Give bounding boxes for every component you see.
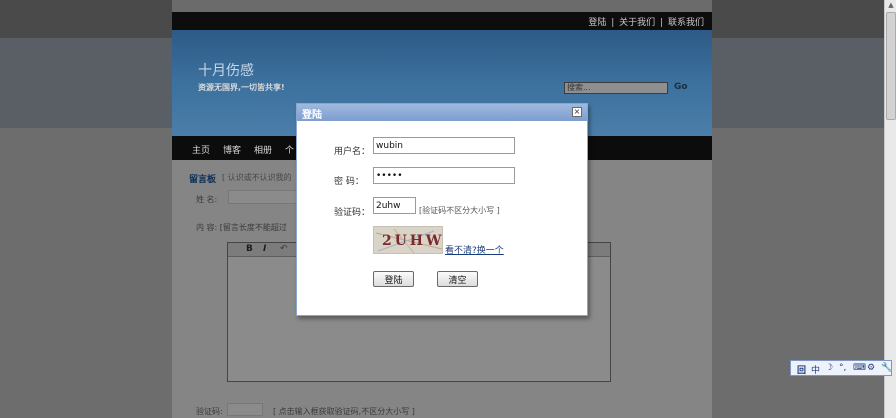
wrench-icon[interactable]: 🔧 [881, 363, 892, 373]
vcode-label: 验证码: [196, 407, 223, 416]
refresh-captcha-link[interactable]: 看不清?换一个 [445, 243, 504, 256]
password-input[interactable] [373, 167, 515, 184]
captcha-label: 验证码： [334, 208, 371, 218]
ime-toolbar: 回 中 ☽ °, ⌨ ⚙ 🔧 [790, 360, 892, 376]
top-link-separator: | [611, 18, 615, 28]
close-icon[interactable]: × [572, 107, 582, 117]
top-link-login[interactable]: 登陆 [588, 18, 606, 28]
username-label: 用户名： [334, 147, 371, 157]
nav-item-album[interactable]: 相册 [254, 143, 272, 156]
backdrop-left [0, 0, 172, 38]
scroll-thumb[interactable] [886, 12, 896, 120]
dialog-titlebar[interactable]: 登陆 × [297, 104, 587, 121]
username-input[interactable] [373, 137, 515, 154]
vcode-input[interactable] [227, 403, 263, 416]
clear-button[interactable]: 清空 [437, 271, 478, 287]
name-input[interactable] [228, 190, 298, 204]
search-go-button[interactable]: Go [674, 82, 688, 92]
search-input[interactable]: 搜索... [564, 82, 668, 94]
backdrop-right [712, 0, 884, 38]
top-links: 登陆 | 关于我们 | 联系我们 [586, 15, 704, 28]
undo-icon[interactable]: ↶ [280, 244, 288, 254]
top-link-contact[interactable]: 联系我们 [668, 18, 704, 28]
content-label: 内 容: [留言长度不能超过 [196, 223, 287, 232]
top-link-about[interactable]: 关于我们 [619, 18, 655, 28]
keyboard-icon[interactable]: ⌨ [853, 363, 866, 373]
banner-band-right [712, 38, 884, 128]
settings-icon[interactable]: ⚙ [867, 363, 875, 373]
top-bar: 登陆 | 关于我们 | 联系我们 [172, 12, 712, 30]
password-label: 密 码： [334, 177, 364, 187]
guestbook-hint: [ 认识或不认识我的 [222, 173, 292, 182]
login-button[interactable]: 登陆 [373, 271, 414, 287]
banner-band-left [0, 38, 172, 128]
captcha-input[interactable] [373, 197, 416, 214]
nav-item-home[interactable]: 主页 [192, 143, 210, 156]
nav-item-blog[interactable]: 博客 [223, 143, 241, 156]
page-scrollbar[interactable]: ▲ [884, 0, 896, 418]
italic-button[interactable]: I [263, 244, 266, 254]
site-title: 十月伤感 [198, 63, 254, 79]
captcha-hint: [验证码不区分大小写 ] [419, 206, 500, 215]
captcha-text: 2 U H W [382, 233, 442, 249]
punctuation-icon[interactable]: °, [839, 363, 846, 373]
bold-button[interactable]: B [246, 244, 253, 254]
name-label: 姓 名: [196, 195, 218, 204]
side-area-left [0, 128, 172, 418]
site-subtitle: 资源无国界,一切皆共享! [198, 83, 285, 92]
vcode-hint: [ 点击输入框获取验证码,不区分大小写 ] [273, 407, 415, 416]
top-link-separator: | [660, 18, 664, 28]
guestbook-title: 留言板 [189, 175, 217, 185]
moon-icon[interactable]: ☽ [825, 363, 833, 373]
login-dialog: 登陆 × 用户名： 密 码： 验证码： [验证码不区分大小写 ] 2 U H W… [296, 103, 588, 316]
dialog-title: 登陆 [302, 110, 322, 121]
ime-logo-icon[interactable]: 回 [797, 363, 806, 376]
ime-chinese-mode[interactable]: 中 [811, 363, 820, 376]
nav-item-more[interactable]: 个 [285, 143, 294, 156]
scroll-up-icon[interactable]: ▲ [887, 1, 895, 9]
captcha-image[interactable]: 2 U H W [373, 226, 443, 254]
